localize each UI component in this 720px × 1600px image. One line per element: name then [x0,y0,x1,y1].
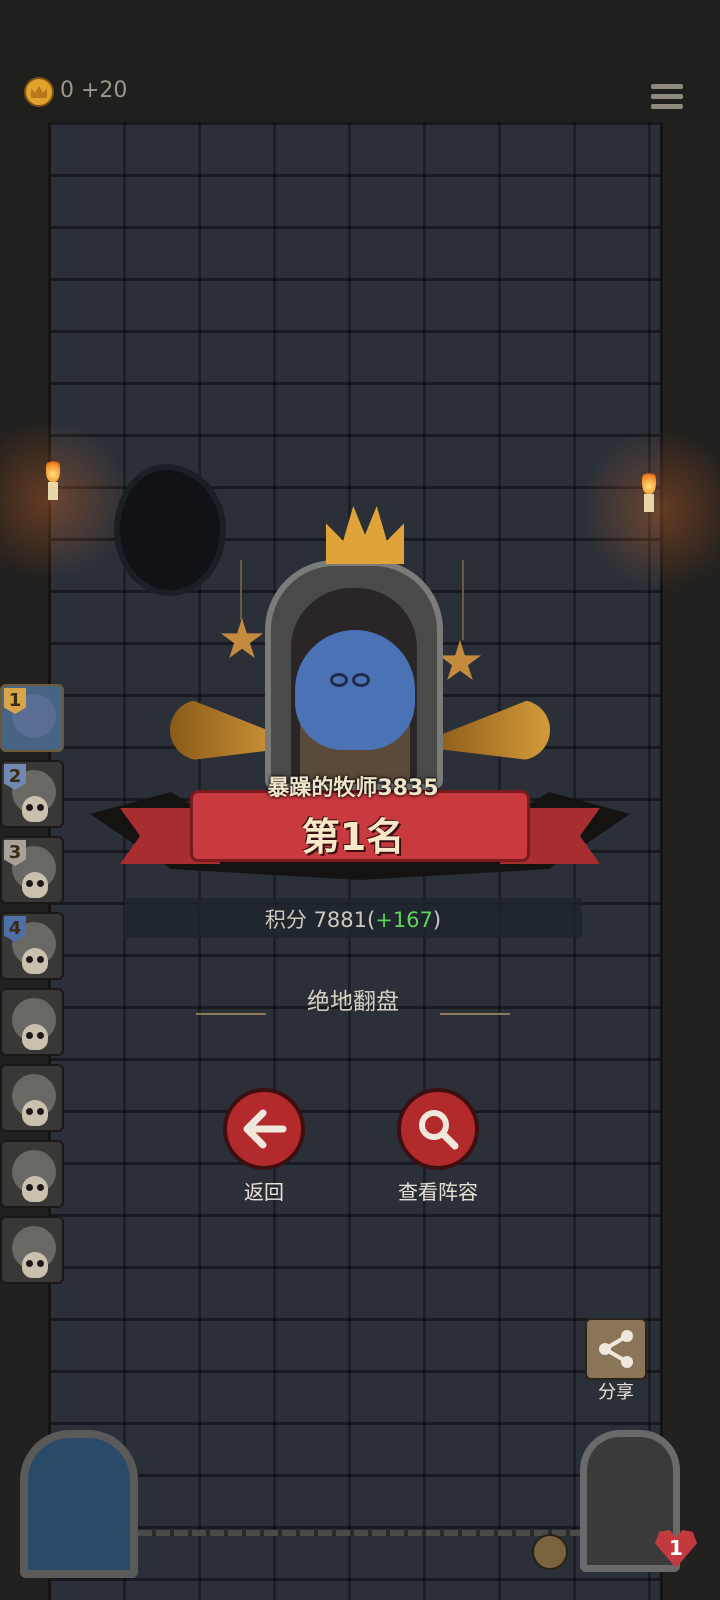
rank-slot-6[interactable] [0,1064,64,1132]
torch-right-icon [640,468,658,512]
score-delta: +167 [375,908,433,932]
skull-icon [22,1176,48,1202]
menu-icon[interactable] [651,84,683,114]
achievement-title: 绝地翻盘 [307,989,399,1015]
view-lineup-button[interactable] [397,1088,479,1170]
torch-left-icon [44,456,62,500]
star-string [240,560,242,620]
score-delta-open: ( [367,908,376,932]
skull-icon [22,948,48,974]
back-button[interactable] [223,1088,305,1170]
wall-crack [120,470,220,590]
star-string [462,560,464,640]
rank-slot-8[interactable] [0,1216,64,1284]
chain-decoration [138,1530,582,1536]
player-name: 暴躁的牧师3835 [267,776,439,801]
share-label[interactable]: 分享 [580,1378,652,1404]
score-delta-close: ) [432,908,442,932]
right-pillar [660,122,720,1600]
coin-counter: 0 +20 [60,78,128,103]
winner-character [295,630,415,750]
lives-count: 1 [669,1536,683,1560]
score-text: 积分 7881(+167) [0,904,706,934]
rank-slot-1[interactable]: 1 [0,684,64,752]
top-bar: 0 +20 [0,0,720,122]
magnifier-icon [419,1110,459,1150]
back-label[interactable]: 返回 [194,1176,334,1205]
shield-icon [532,1534,568,1570]
skull-icon [22,1024,48,1050]
arrow-left-icon [243,1109,287,1149]
rank-title: 第1名 [301,815,405,859]
skull-icon [22,872,48,898]
score-value: 积分 7881 [264,908,368,932]
rank-slot-7[interactable] [0,1140,64,1208]
crown-coin-icon [24,77,54,107]
glasses-icon [330,672,380,687]
skull-icon [22,1100,48,1126]
view-lineup-label[interactable]: 查看阵容 [368,1176,508,1205]
share-icon [599,1330,633,1368]
skull-icon [22,1252,48,1278]
share-button[interactable] [585,1318,647,1380]
previous-character-portrait[interactable] [20,1430,138,1578]
